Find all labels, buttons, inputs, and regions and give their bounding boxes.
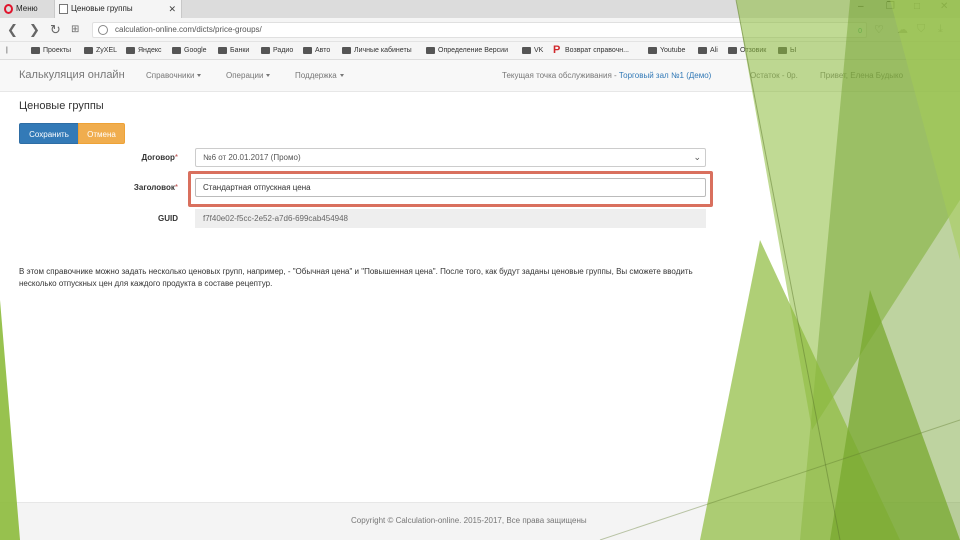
bookmark-item[interactable]: Авто — [303, 45, 330, 57]
caret-down-icon — [197, 74, 202, 78]
contract-label: Договор* — [141, 153, 178, 162]
page-icon — [59, 4, 68, 14]
bookmark-item[interactable]: Радио — [261, 45, 293, 57]
reload-icon[interactable]: ↻ — [50, 22, 61, 38]
caret-down-icon — [266, 74, 271, 78]
shield-icon[interactable]: ⛉ — [917, 23, 925, 36]
balance-text: Остаток - 0р. — [750, 71, 798, 80]
site-info-icon — [98, 25, 108, 35]
bookmark-item[interactable]: Google — [172, 45, 207, 57]
bookmarks-bar: | Проекты ZyXEL Яндекс Google Банки Ради… — [0, 42, 960, 60]
folder-icon — [426, 47, 435, 54]
tab-price-groups[interactable]: Ценовые группы ✕ — [54, 0, 182, 18]
folder-icon — [172, 47, 181, 54]
close-icon[interactable]: ✕ — [168, 0, 176, 18]
chevron-down-icon: ⌄ — [693, 152, 701, 162]
menu-support[interactable]: Поддержка — [295, 71, 344, 80]
tab-label: Ценовые группы — [71, 4, 133, 13]
pinterest-icon: P — [553, 44, 561, 56]
speed-dial-icon[interactable]: ⊞ — [71, 22, 79, 38]
app-navbar: Калькуляция онлайн Справочники Операции … — [0, 60, 960, 92]
url-input[interactable]: calculation-online.com/dicts/price-group… — [92, 22, 867, 38]
cloud-icon[interactable]: ☁ — [897, 23, 908, 36]
restore-icon[interactable]: ❐ — [886, 1, 895, 12]
title-label: Заголовок* — [133, 183, 178, 192]
folder-icon — [84, 47, 93, 54]
contract-value: №6 от 20.01.2017 (Промо) — [203, 153, 301, 162]
bookmark-item[interactable]: Личные кабинеты — [342, 45, 412, 57]
maximize-icon[interactable]: □ — [914, 1, 920, 12]
menu-operations[interactable]: Операции — [226, 71, 271, 80]
bookmark-item[interactable]: Проекты — [31, 45, 71, 57]
footer: Copyright © Calculation-online. 2015-201… — [0, 502, 960, 540]
tab-label: Меню — [16, 4, 38, 13]
screen: Меню Ценовые группы ✕ – ❐ □ ✕ ❮ ❯ ↻ ⊞ ca… — [0, 0, 960, 540]
bookmarks-divider: | — [6, 47, 8, 54]
menu-dictionaries[interactable]: Справочники — [146, 71, 202, 80]
download-icon[interactable]: ⤓ — [938, 23, 943, 36]
folder-icon — [126, 47, 135, 54]
address-bar: ❮ ❯ ↻ ⊞ calculation-online.com/dicts/pri… — [0, 18, 960, 42]
cancel-button[interactable]: Отмена — [78, 123, 125, 144]
highlight-frame — [188, 171, 713, 207]
service-point: Текущая точка обслуживания - Торговый за… — [502, 71, 712, 80]
heart-icon[interactable]: ♡ — [874, 23, 884, 36]
bookmark-item[interactable]: Определение Версии — [426, 45, 508, 57]
folder-icon — [218, 47, 227, 54]
guid-label: GUID — [158, 214, 178, 223]
opera-icon — [4, 4, 13, 14]
guid-field: f7f40e02-f5cc-2e52-a7d6-699cab454948 — [195, 209, 706, 228]
adblock-badge[interactable]: 0 — [858, 25, 862, 39]
user-greeting[interactable]: Привет, Елена Будыко — [820, 71, 903, 80]
folder-icon — [342, 47, 351, 54]
service-point-link[interactable]: Торговый зал №1 (Демо) — [619, 71, 711, 80]
folder-icon — [522, 47, 531, 54]
folder-icon — [698, 47, 707, 54]
bookmark-item[interactable]: Яндекс — [126, 45, 162, 57]
guid-value: f7f40e02-f5cc-2e52-a7d6-699cab454948 — [203, 214, 349, 223]
contract-select[interactable]: №6 от 20.01.2017 (Промо) ⌄ — [195, 148, 706, 167]
forward-icon[interactable]: ❯ — [29, 22, 40, 38]
bookmark-item[interactable]: Ali — [698, 45, 718, 57]
url-text: calculation-online.com/dicts/price-group… — [115, 25, 262, 34]
folder-icon — [303, 47, 312, 54]
bookmark-item[interactable]: VK — [522, 45, 543, 57]
tab-menu[interactable]: Меню — [0, 0, 54, 18]
page-title: Ценовые группы — [19, 100, 104, 112]
folder-icon — [728, 47, 737, 54]
folder-icon — [648, 47, 657, 54]
app-brand[interactable]: Калькуляция онлайн — [19, 69, 125, 81]
save-button[interactable]: Сохранить — [19, 123, 79, 144]
bookmark-item[interactable]: Отзовик — [728, 45, 766, 57]
caret-down-icon — [339, 74, 344, 78]
folder-icon — [261, 47, 270, 54]
bookmark-item[interactable]: ZyXEL — [84, 45, 117, 57]
folder-icon — [778, 47, 787, 54]
minimize-icon[interactable]: – — [858, 1, 864, 12]
folder-icon — [31, 47, 40, 54]
bookmark-item[interactable]: Ы — [778, 45, 796, 57]
footer-copyright: Copyright © Calculation-online. 2015-201… — [351, 516, 587, 525]
bookmark-item[interactable]: P Возврат справочн... — [553, 44, 629, 57]
help-text: В этом справочнике можно задать нескольк… — [19, 267, 693, 288]
bookmark-item[interactable]: Youtube — [648, 45, 685, 57]
window-close-icon[interactable]: ✕ — [940, 1, 948, 12]
bookmark-item[interactable]: Банки — [218, 45, 249, 57]
browser-tab-bar: Меню Ценовые группы ✕ – ❐ □ ✕ — [0, 0, 960, 18]
back-icon[interactable]: ❮ — [7, 22, 18, 38]
